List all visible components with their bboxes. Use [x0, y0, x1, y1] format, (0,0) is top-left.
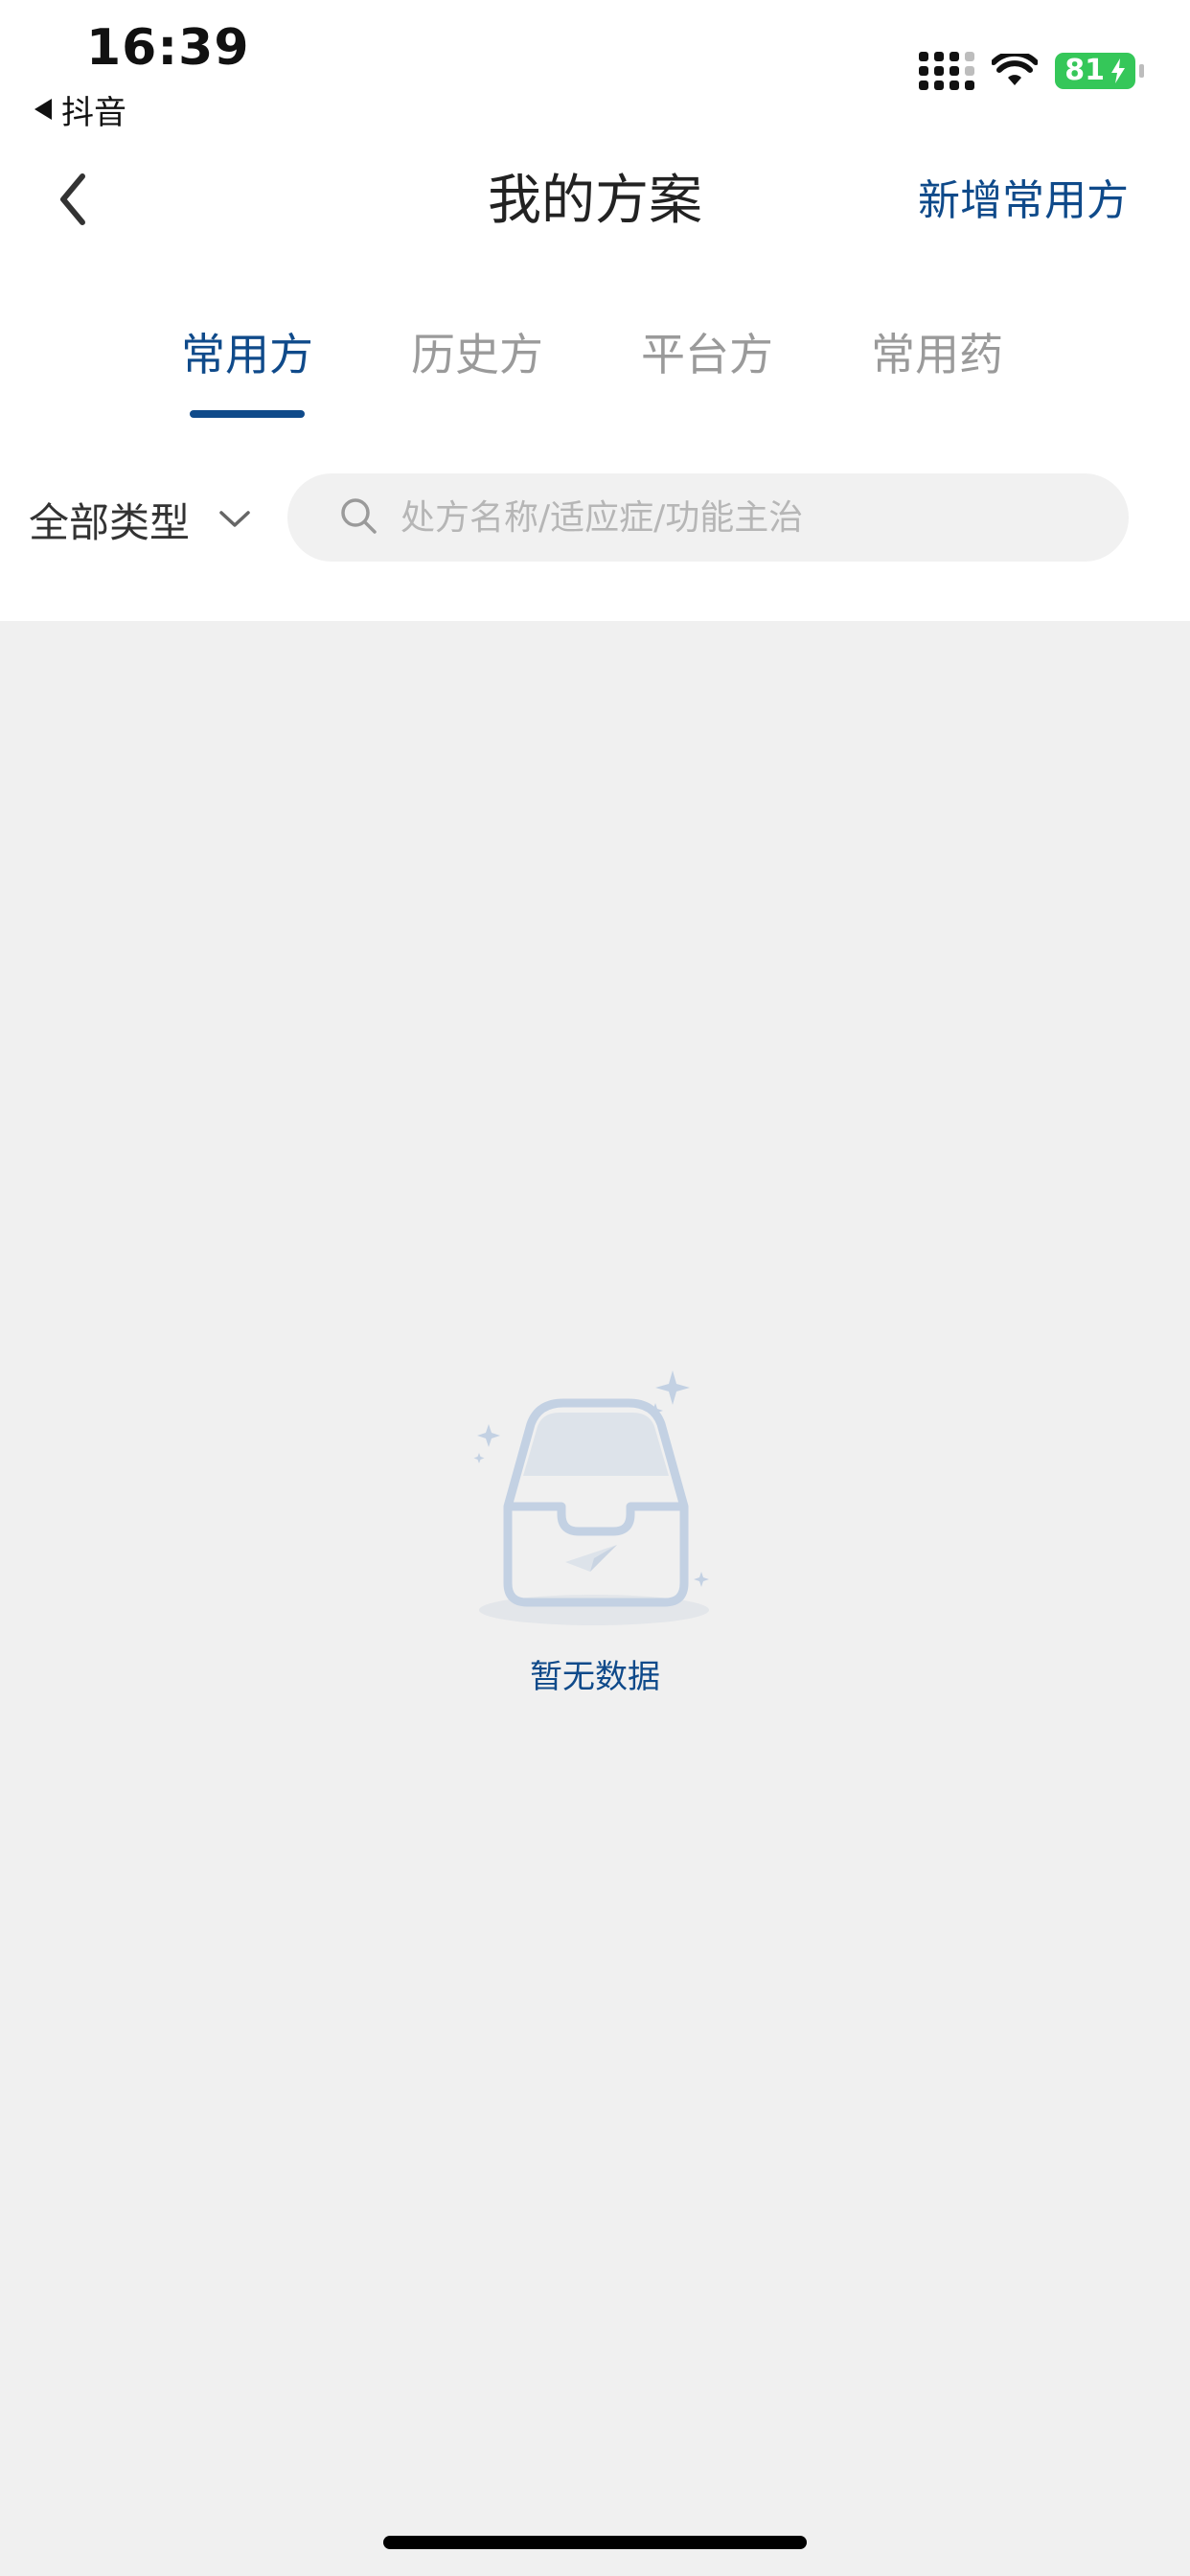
home-indicator [383, 2536, 807, 2549]
back-to-app-label: 抖音 [61, 93, 126, 132]
header-area: 16:39 抖音 81 我的方案 新增常用方 常用方 历史方 平台方 常用药 全… [0, 0, 1190, 621]
tab-common-medicine[interactable]: 常用药 [841, 316, 1033, 431]
page: 16:39 抖音 81 我的方案 新增常用方 常用方 历史方 平台方 常用药 全… [0, 0, 1190, 2576]
battery-icon: 81 [1055, 53, 1144, 89]
battery-level: 81 [1064, 54, 1105, 87]
add-common-prescription-button[interactable]: 新增常用方 [918, 171, 1129, 232]
tab-common-prescription[interactable]: 常用方 [151, 316, 343, 431]
tab-history-prescription[interactable]: 历史方 [381, 316, 573, 431]
tab-bar: 常用方 历史方 平台方 常用药 [0, 316, 1190, 431]
tab-label: 历史方 [411, 329, 543, 380]
status-icons: 81 [919, 48, 1144, 94]
chevron-down-icon [218, 510, 251, 529]
chevron-left-icon [60, 173, 85, 225]
active-tab-indicator [190, 410, 305, 418]
tab-label: 常用方 [181, 329, 313, 380]
tab-label: 平台方 [641, 329, 773, 380]
empty-box-icon [473, 1370, 709, 1625]
search-icon [339, 496, 378, 539]
empty-state: 暂无数据 [0, 1370, 1190, 1715]
signal-icon [919, 52, 975, 90]
back-to-app-button[interactable]: 抖音 [34, 88, 126, 132]
tab-platform-prescription[interactable]: 平台方 [611, 316, 803, 431]
back-button[interactable] [44, 161, 102, 238]
search-bar[interactable] [287, 473, 1129, 562]
status-time: 16:39 [86, 19, 250, 77]
empty-state-text: 暂无数据 [530, 1658, 660, 1696]
charging-bolt-icon [1111, 58, 1125, 83]
type-filter-dropdown[interactable]: 全部类型 [29, 479, 251, 560]
tab-label: 常用药 [871, 329, 1003, 380]
wifi-icon [992, 54, 1039, 88]
battery-tip [1139, 64, 1144, 78]
search-input[interactable] [399, 488, 1129, 547]
type-filter-label: 全部类型 [29, 498, 191, 546]
triangle-left-icon [34, 99, 52, 120]
battery-body: 81 [1055, 53, 1135, 89]
